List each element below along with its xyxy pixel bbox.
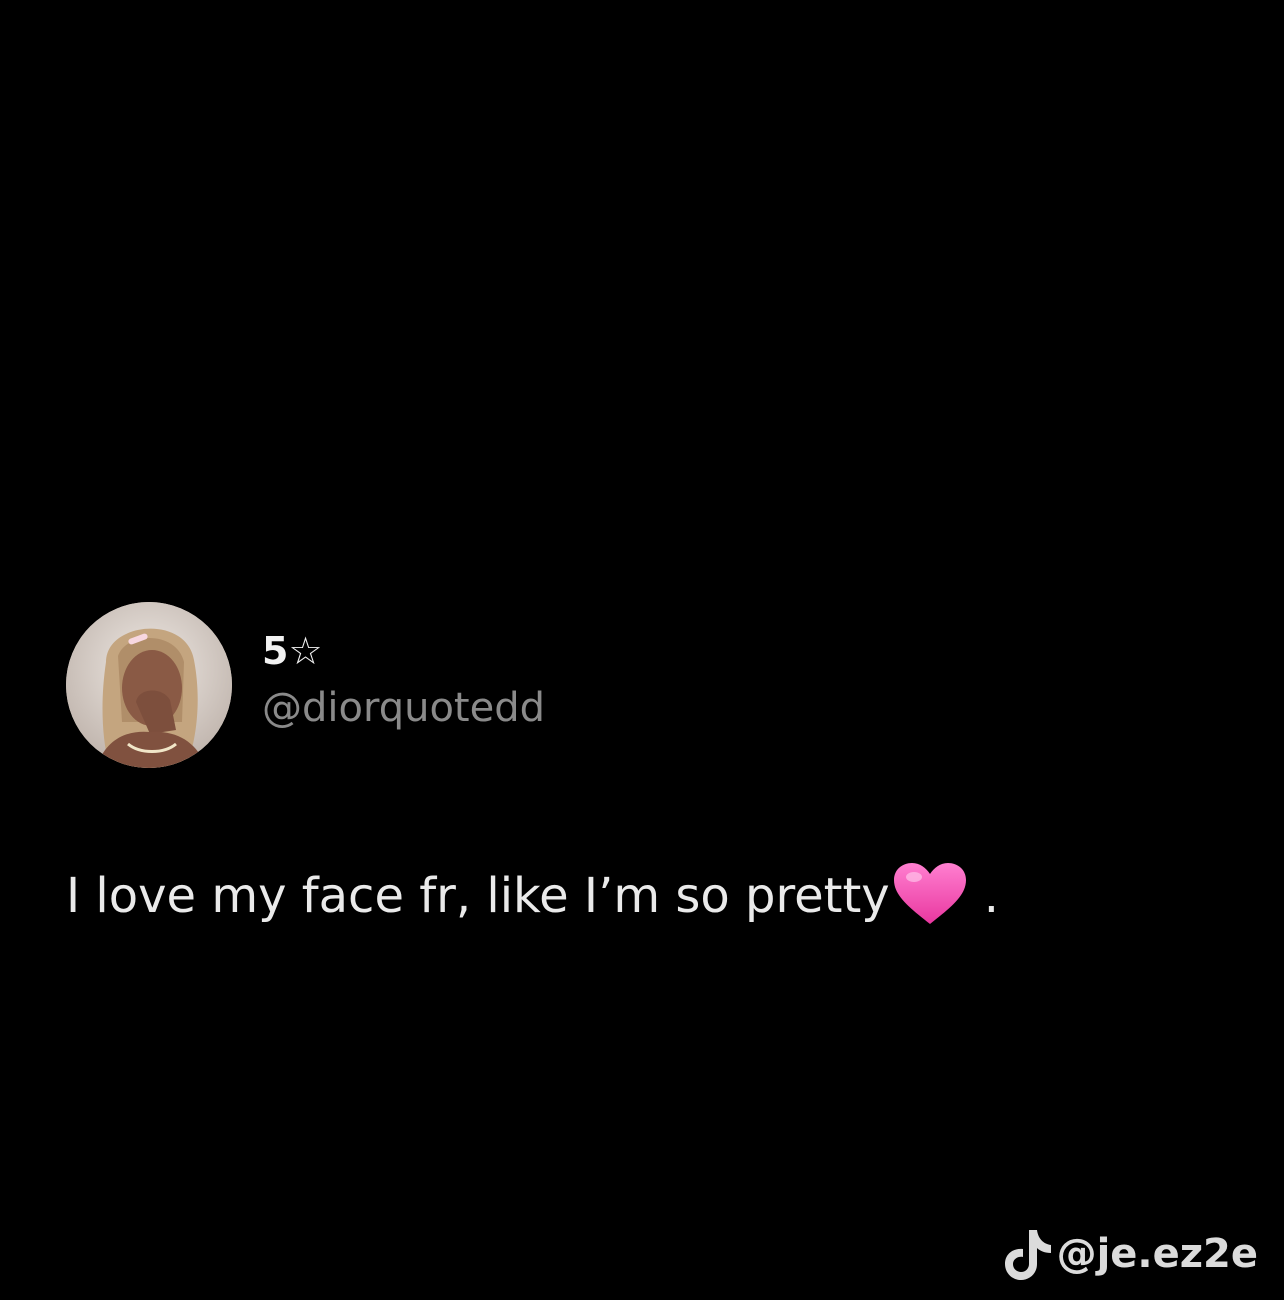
user-handle[interactable]: @diorquotedd <box>262 680 545 736</box>
tiktok-icon <box>1004 1230 1051 1280</box>
tweet-text-content: I love my face fr, like I’m so pretty <box>66 868 890 924</box>
tweet-trailing-period: . <box>983 868 999 924</box>
avatar-photo <box>66 602 232 768</box>
display-name[interactable]: 5☆ <box>262 628 545 674</box>
tweet-header: 5☆ @diorquotedd <box>66 602 1216 768</box>
screen: 5☆ @diorquotedd I love my face fr, like … <box>0 0 1284 1300</box>
watermark: @je.ez2e <box>1001 1226 1258 1282</box>
author-names: 5☆ @diorquotedd <box>262 602 545 768</box>
pink-heart-icon <box>893 863 966 924</box>
tweet-text: I love my face fr, like I’m so pretty . <box>66 862 1216 928</box>
watermark-text: @je.ez2e <box>1056 1231 1258 1277</box>
tweet-card[interactable]: 5☆ @diorquotedd I love my face fr, like … <box>66 602 1216 928</box>
avatar[interactable] <box>66 602 232 768</box>
